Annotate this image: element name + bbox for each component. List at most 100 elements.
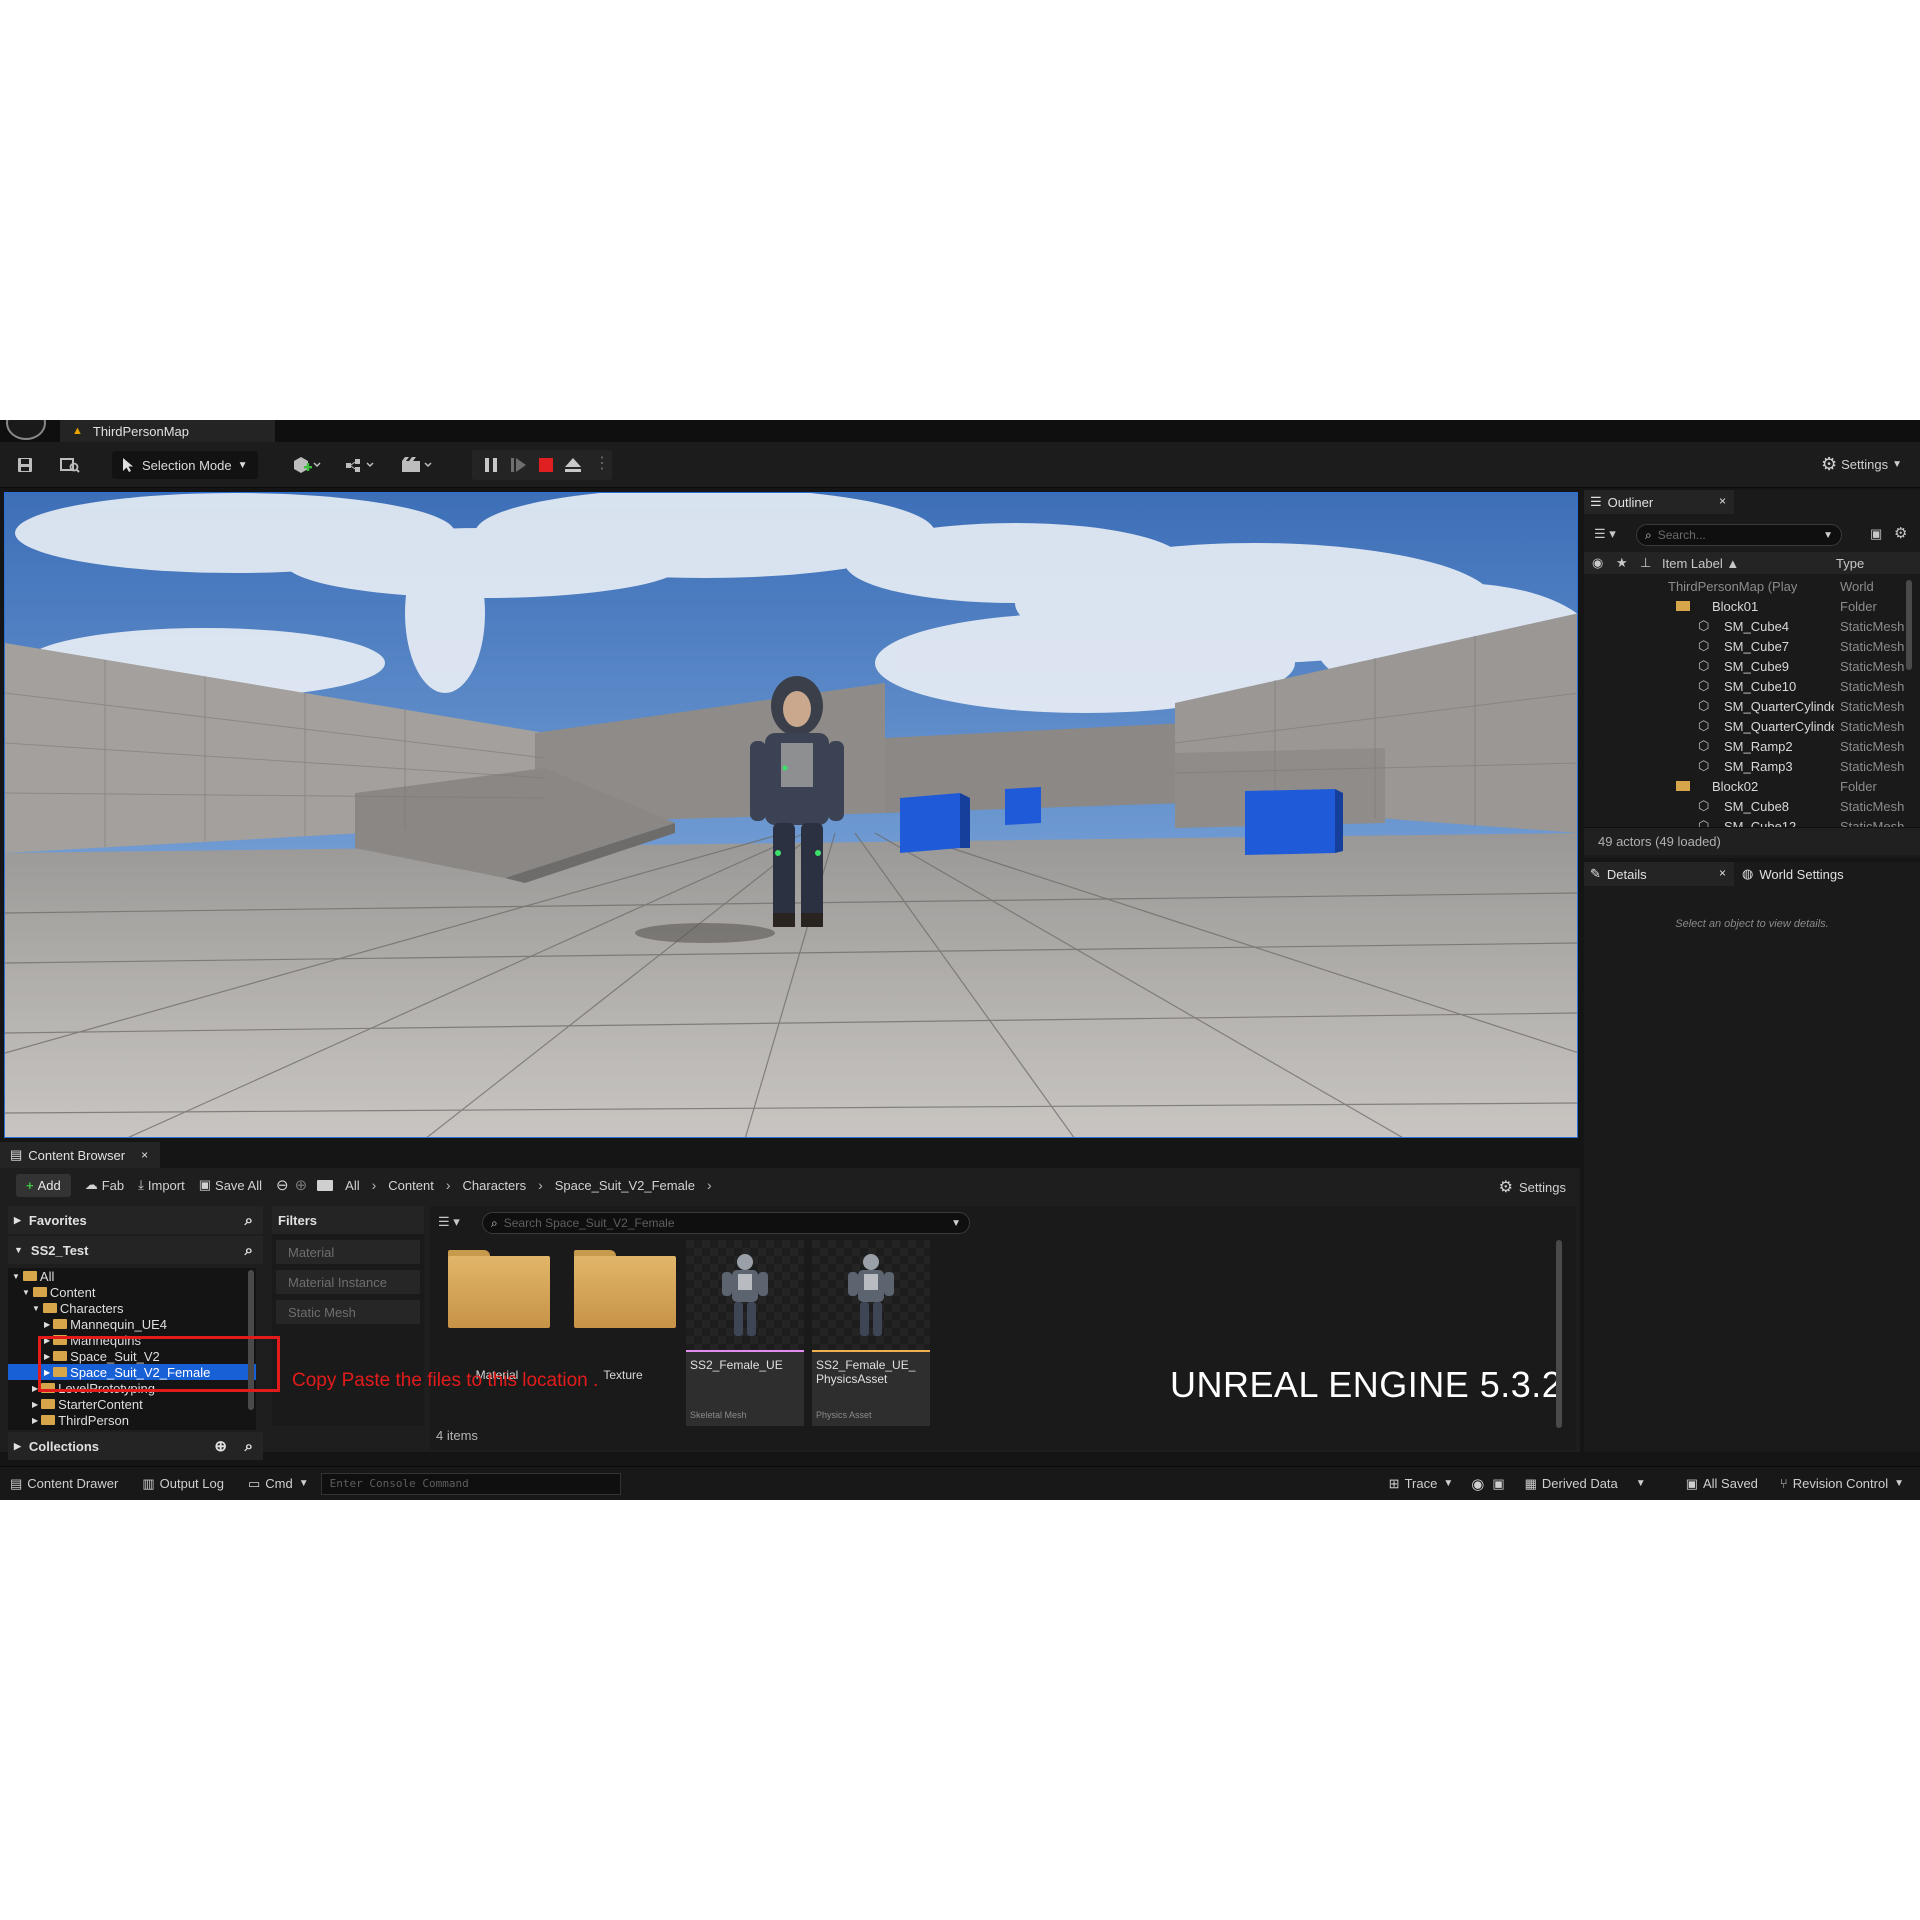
tree-item[interactable]: ▼ Characters — [8, 1300, 256, 1316]
visibility-icon[interactable]: ◉ — [1592, 555, 1603, 571]
asset-tile-physics-asset[interactable]: SS2_Female_UE_ PhysicsAsset Physics Asse… — [812, 1240, 930, 1426]
outliner-row-folder[interactable]: Block01 Folder — [1584, 596, 1920, 616]
content-drawer-button[interactable]: ▤ Content Drawer — [10, 1476, 118, 1492]
trace-dropdown[interactable]: ⊞ Trace ▼ — [1389, 1476, 1454, 1492]
eject-icon[interactable] — [564, 456, 582, 477]
filter-static-mesh[interactable]: Static Mesh — [276, 1300, 420, 1324]
pause-icon[interactable] — [484, 457, 498, 476]
close-icon[interactable]: × — [1719, 494, 1726, 508]
item-label-column[interactable]: Item Label ▲ — [1662, 556, 1739, 571]
selection-mode-dropdown[interactable]: Selection Mode ▼ — [112, 451, 258, 479]
outliner-row[interactable]: ⬡ SM_Cube9 StaticMesh — [1584, 656, 1920, 676]
frame-advance-icon[interactable] — [510, 457, 528, 476]
output-log-button[interactable]: ▥ Output Log — [142, 1476, 224, 1492]
asset-tile-skeletal-mesh[interactable]: SS2_Female_UE Skeletal Mesh — [686, 1240, 804, 1426]
more-options-icon[interactable]: ⋮ — [594, 456, 610, 472]
folder-tile-texture[interactable]: Texture — [564, 1240, 682, 1426]
filter-icon[interactable]: ☰ ▾ — [438, 1214, 460, 1230]
save-icon[interactable] — [14, 452, 36, 478]
folder-tile-material[interactable]: Material — [438, 1240, 556, 1426]
outliner-row[interactable]: ⬡ SM_QuarterCylinde StaticMesh — [1584, 716, 1920, 736]
tree-item[interactable]: ▼ All — [8, 1268, 256, 1284]
add-actor-icon[interactable] — [288, 452, 326, 478]
back-icon[interactable]: ⊖ — [276, 1176, 289, 1194]
console-command-input[interactable]: Enter Console Command — [320, 1472, 621, 1495]
fab-button[interactable]: ☁ Fab — [85, 1177, 124, 1193]
outliner-row[interactable]: ⬡ SM_Cube7 StaticMesh — [1584, 636, 1920, 656]
content-browser-tab[interactable]: ▤ Content Browser × — [0, 1142, 160, 1168]
save-all-button[interactable]: ▣ Save All — [199, 1177, 262, 1193]
breadcrumb-all[interactable]: All — [345, 1178, 359, 1193]
details-tab[interactable]: ✎ Details × — [1584, 862, 1734, 886]
search-icon[interactable]: ⌕ — [245, 1242, 253, 1259]
close-icon[interactable]: × — [1719, 866, 1726, 880]
favorites-section[interactable]: ▶ Favorites ⌕ — [8, 1206, 263, 1234]
add-collection-icon[interactable]: ⊕ — [214, 1437, 227, 1455]
add-button[interactable]: + Add — [16, 1173, 71, 1197]
outliner-row[interactable]: ⬡ SM_Cube4 StaticMesh — [1584, 616, 1920, 636]
import-button[interactable]: ⤓ Import — [138, 1177, 185, 1193]
world-settings-tab[interactable]: ◍ World Settings — [1736, 862, 1886, 886]
viewport-scene[interactable] — [5, 493, 1578, 1138]
all-saved-button[interactable]: ▣ All Saved — [1686, 1476, 1758, 1492]
filter-icon[interactable]: ☰ ▾ — [1594, 526, 1616, 542]
chevron-right-icon[interactable]: › — [372, 1177, 377, 1193]
sources-panel: ▶ Favorites ⌕ ▼ SS2_Test ⌕ ▼ All ▼ Conte… — [8, 1206, 263, 1460]
search-icon[interactable]: ⌕ — [245, 1212, 253, 1229]
outliner-row[interactable]: ⬡ SM_Ramp2 StaticMesh — [1584, 736, 1920, 756]
chevron-right-icon[interactable]: › — [446, 1177, 451, 1193]
filter-material[interactable]: Material — [276, 1240, 420, 1264]
chevron-right-icon[interactable]: › — [707, 1177, 712, 1193]
star-icon[interactable]: ★ — [1616, 555, 1628, 571]
favorites-label: Favorites — [28, 1212, 87, 1228]
outliner-row[interactable]: ⬡ SM_QuarterCylinde StaticMesh — [1584, 696, 1920, 716]
outliner-row[interactable]: ⬡ SM_Cube8 StaticMesh — [1584, 796, 1920, 816]
blueprint-icon[interactable] — [342, 452, 380, 478]
asset-scrollbar[interactable] — [1556, 1240, 1562, 1428]
pin-icon[interactable]: ⊥ — [1640, 555, 1651, 571]
map-tab[interactable]: ▲ ThirdPersonMap — [60, 420, 275, 442]
type-column[interactable]: Type — [1836, 556, 1864, 571]
outliner-row-folder[interactable]: Block02 Folder — [1584, 776, 1920, 796]
unreal-logo-icon[interactable] — [6, 420, 46, 440]
forward-icon[interactable]: ⊕ — [295, 1176, 308, 1194]
gear-icon: ⚙ — [1498, 1179, 1514, 1196]
chevron-right-icon[interactable]: › — [538, 1177, 543, 1193]
cmd-dropdown[interactable]: ▭ Cmd ▼ — [248, 1476, 309, 1492]
tree-item[interactable]: ▶ Mannequin_UE4 — [8, 1316, 256, 1332]
gear-icon[interactable]: ⚙ — [1894, 524, 1907, 542]
breadcrumb-space-suit-female[interactable]: Space_Suit_V2_Female — [555, 1178, 695, 1193]
screenshot-icon[interactable]: ▣ — [1492, 1476, 1504, 1492]
search-icon[interactable]: ⌕ — [245, 1438, 253, 1455]
revision-control-label: Revision Control — [1792, 1476, 1889, 1491]
tree-item[interactable]: ▶ StarterContent — [8, 1396, 256, 1412]
close-icon[interactable]: × — [141, 1148, 148, 1162]
cinematics-icon[interactable] — [398, 452, 438, 478]
outliner-row-world[interactable]: ThirdPersonMap (Play World — [1584, 576, 1920, 596]
content-browser-settings-button[interactable]: ⚙ Settings — [1499, 1177, 1566, 1197]
tree-item[interactable]: ▶ ThirdPerson — [8, 1412, 256, 1428]
outliner-search-input[interactable]: ⌕ Search... ▼ — [1636, 524, 1842, 546]
outliner-tab[interactable]: ☰ Outliner × — [1584, 490, 1734, 514]
trace-label: Trace — [1404, 1476, 1438, 1491]
revision-control-dropdown[interactable]: ⑂ Revision Control ▼ — [1780, 1476, 1904, 1491]
outliner-row[interactable]: ⬡ SM_Cube10 StaticMesh — [1584, 676, 1920, 696]
filter-material-instance[interactable]: Material Instance — [276, 1270, 420, 1294]
record-icon[interactable]: ◉ — [1471, 1475, 1484, 1493]
actor-count: 49 actors (49 loaded) — [1598, 834, 1721, 849]
outliner-row[interactable]: ⬡ SM_Ramp3 StaticMesh — [1584, 756, 1920, 776]
tree-item[interactable]: ▼ Content — [8, 1284, 256, 1300]
derived-data-dropdown[interactable]: ▦ Derived Data ▼ — [1525, 1476, 1646, 1492]
level-viewport[interactable] — [4, 492, 1578, 1138]
asset-search-input[interactable]: ⌕ Search Space_Suit_V2_Female ▼ — [482, 1212, 970, 1234]
settings-button[interactable]: ⚙ Settings ▼ — [1821, 454, 1902, 475]
stop-icon[interactable] — [538, 457, 554, 476]
tree-item-label: Content — [49, 1284, 96, 1300]
browse-icon[interactable] — [58, 452, 82, 478]
project-section[interactable]: ▼ SS2_Test ⌕ — [8, 1236, 263, 1264]
breadcrumb-characters[interactable]: Characters — [463, 1178, 527, 1193]
outliner-scrollbar[interactable] — [1906, 580, 1912, 670]
breadcrumb-content[interactable]: Content — [388, 1178, 434, 1193]
collections-section[interactable]: ▶ Collections ⊕ ⌕ — [8, 1432, 263, 1460]
add-folder-icon[interactable]: ▣ — [1870, 526, 1882, 542]
